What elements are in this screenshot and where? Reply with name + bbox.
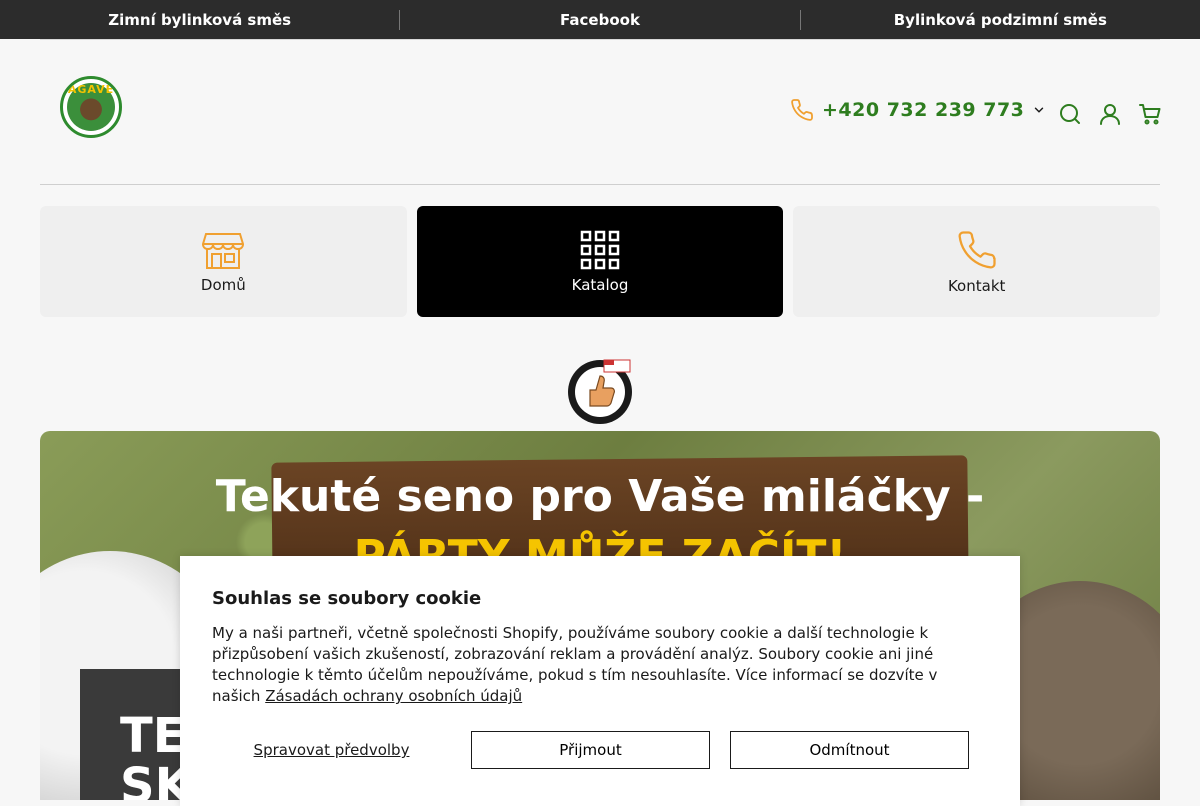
nav-item-home[interactable]: Domů [40,206,407,317]
chevron-down-icon [1035,107,1044,113]
phone-icon [791,99,813,121]
nav-item-label: Katalog [571,275,629,294]
phone-number: +420 732 239 773 [822,99,1025,121]
site-logo[interactable]: AGAVE [60,76,122,138]
cookie-body: My a naši partneři, včetně společnosti S… [212,623,988,707]
grid-icon [580,230,620,269]
search-icon[interactable] [1058,102,1082,126]
cookie-title: Souhlas se soubory cookie [212,588,482,609]
decline-button[interactable]: Odmítnout [730,731,969,769]
logo-text: AGAVE [67,83,115,96]
store-icon [202,232,245,269]
site-header: AGAVE +420 732 239 773 [40,40,1162,185]
cookie-consent-dialog: Souhlas se soubory cookie My a naši part… [180,556,1020,806]
nav-item-label: Kontakt [947,276,1006,295]
phone-dropdown[interactable]: +420 732 239 773 [790,98,1046,122]
announcement-bar: Zimní bylinková směs Facebook Bylinková … [0,0,1200,39]
reliable-company-badge[interactable] [564,354,636,426]
phone-icon [958,230,996,268]
cookie-actions: Spravovat předvolby Přijmout Odmítnout [212,731,988,769]
account-icon[interactable] [1098,102,1122,126]
hero-headline: Tekuté seno pro Vaše miláčky - [215,471,985,522]
manage-preferences-link[interactable]: Spravovat předvolby [212,741,451,759]
privacy-policy-link[interactable]: Zásadách ochrany osobních údajů [265,687,522,705]
announcement-link-2[interactable]: Facebook [400,11,799,29]
announcement-link-3[interactable]: Bylinková podzimní směs [801,11,1200,29]
nav-item-label: Domů [200,275,246,294]
nav-item-contact[interactable]: Kontakt [793,206,1161,317]
main-navigation: Domů Katalog Kontakt [40,206,1161,317]
nav-item-catalog[interactable]: Katalog [416,206,784,317]
announcement-link-1[interactable]: Zimní bylinková směs [0,11,399,29]
accept-button[interactable]: Přijmout [471,731,710,769]
cart-icon[interactable] [1138,102,1162,126]
